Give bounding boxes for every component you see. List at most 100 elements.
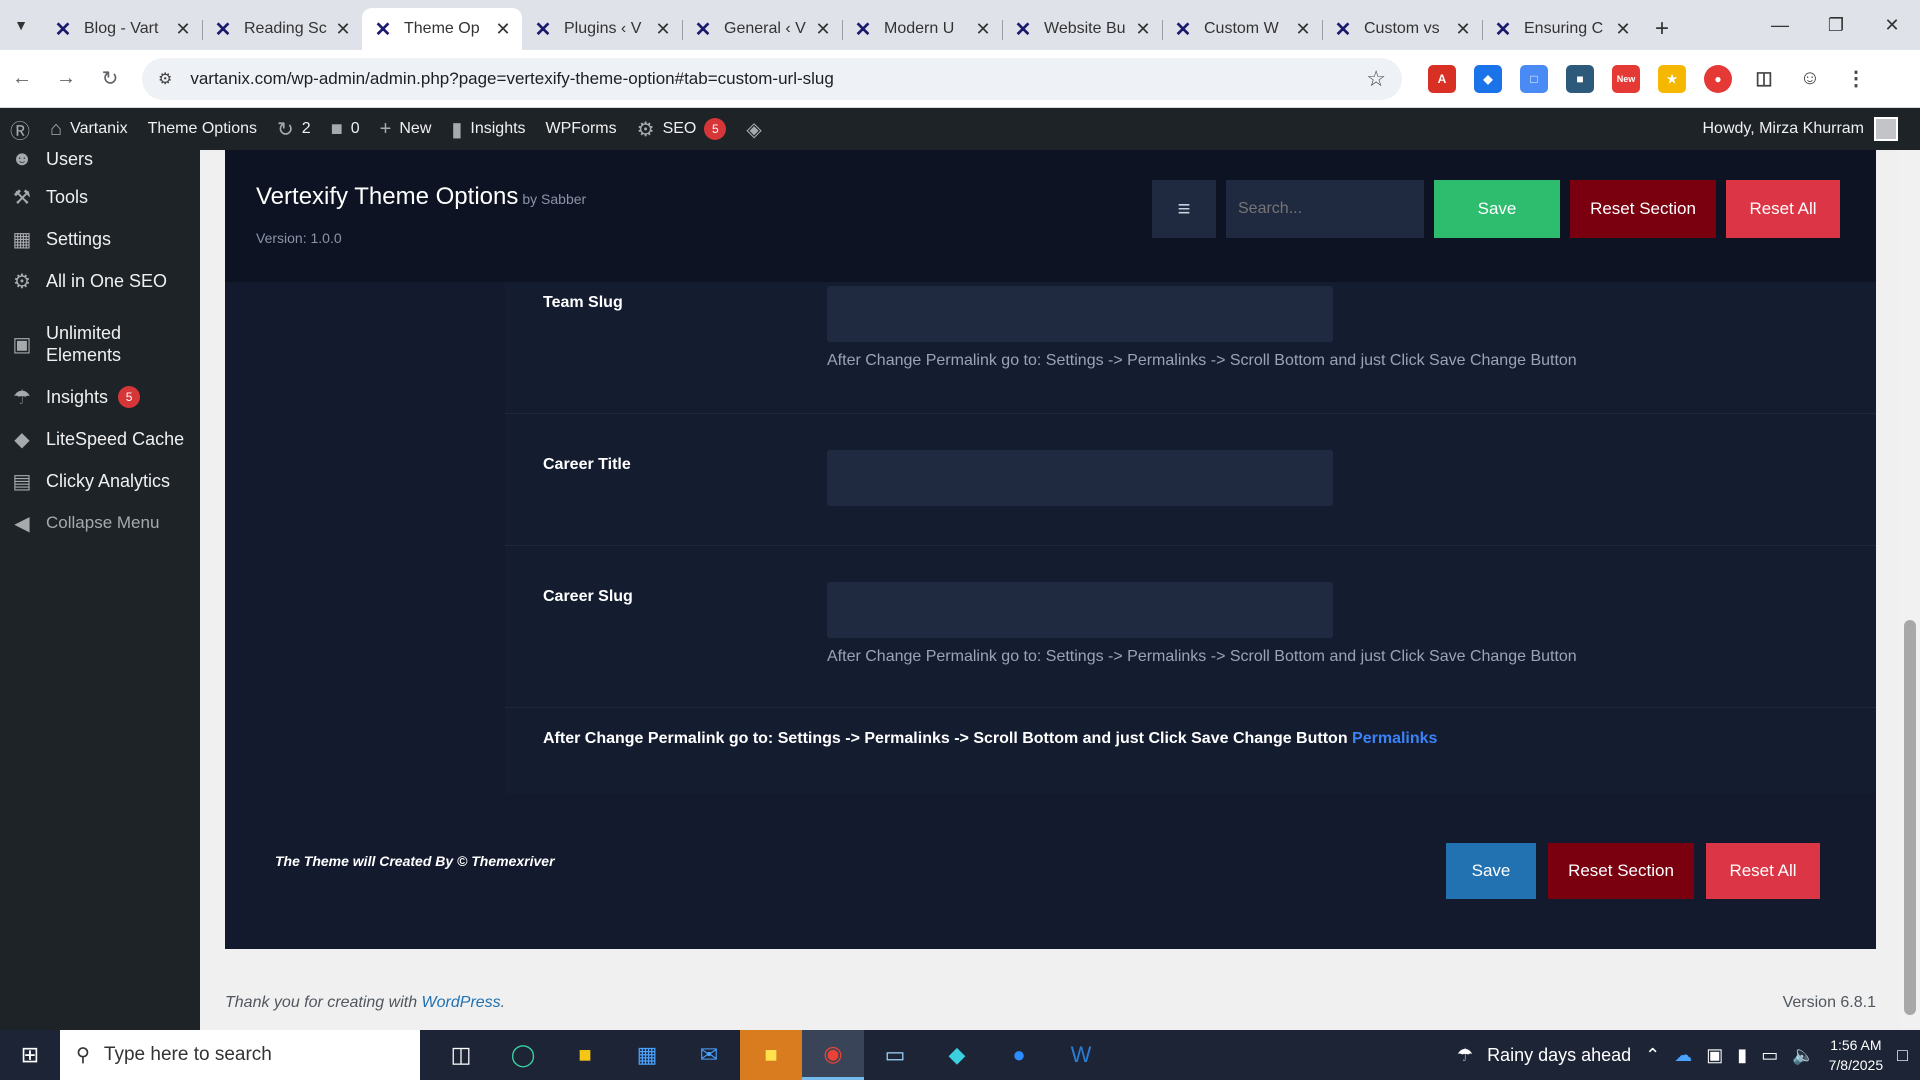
collapse-menu-button[interactable]: ◀ Collapse Menu bbox=[0, 502, 200, 544]
reset-all-button[interactable]: Reset All bbox=[1726, 180, 1840, 238]
reset-all-button-bottom[interactable]: Reset All bbox=[1706, 843, 1820, 899]
profile-icon[interactable]: ☺ bbox=[1796, 64, 1824, 93]
wordpress-link[interactable]: WordPress bbox=[422, 994, 501, 1011]
reset-section-button[interactable]: Reset Section bbox=[1570, 180, 1716, 238]
yellow-extension-icon[interactable]: ★ bbox=[1658, 64, 1686, 93]
sidebar-item-tools[interactable]: ⚒ Tools bbox=[0, 176, 200, 218]
windows-taskbar: ⊞ ⚲ Type here to search ◫ ◯ ■ ▦ ✉ ■ ◉ ▭ ◆… bbox=[0, 1030, 1920, 1080]
close-tab-icon[interactable]: ✕ bbox=[174, 19, 192, 40]
browser-tab[interactable]: ✕ Plugins ‹ V ✕ bbox=[522, 8, 682, 50]
browser-tab[interactable]: ✕ Ensuring C ✕ bbox=[1482, 8, 1642, 50]
sidebar-item-litespeed-cache[interactable]: ◆ LiteSpeed Cache bbox=[0, 418, 200, 460]
extensions-puzzle-icon[interactable]: ◫ bbox=[1750, 64, 1778, 93]
windows-start-icon[interactable]: ⊞ bbox=[0, 1042, 60, 1068]
zoom-icon[interactable]: ● bbox=[988, 1030, 1050, 1080]
diamond-menu[interactable]: ◈ bbox=[736, 108, 771, 150]
taskbar-clock[interactable]: 1:56 AM 7/8/2025 bbox=[1829, 1035, 1884, 1075]
reset-section-button-bottom[interactable]: Reset Section bbox=[1548, 843, 1694, 899]
seo-menu[interactable]: ⚙ SEO 5 bbox=[627, 108, 737, 150]
browser-tab[interactable]: ✕ Website Bu ✕ bbox=[1002, 8, 1162, 50]
close-window-icon[interactable]: ✕ bbox=[1864, 0, 1920, 50]
theme-options-link[interactable]: Theme Options bbox=[138, 108, 267, 150]
back-icon[interactable]: ← bbox=[0, 67, 44, 90]
shield-extension-icon[interactable]: ◆ bbox=[1474, 64, 1502, 93]
career-slug-input[interactable] bbox=[827, 582, 1333, 638]
permalinks-link[interactable]: Permalinks bbox=[1352, 730, 1437, 747]
tab-search-button[interactable]: ▼ bbox=[0, 0, 42, 50]
taskbar-search-box[interactable]: ⚲ Type here to search bbox=[60, 1030, 420, 1080]
career-title-input[interactable] bbox=[827, 450, 1333, 506]
meet-icon[interactable]: ▣ bbox=[1706, 1045, 1723, 1066]
page-scrollbar[interactable] bbox=[1900, 150, 1920, 1030]
new-extension-icon[interactable]: New bbox=[1612, 64, 1640, 93]
browser-tab[interactable]: ✕ Custom vs ✕ bbox=[1322, 8, 1482, 50]
address-bar[interactable]: ⚙ vartanix.com/wp-admin/admin.php?page=v… bbox=[142, 57, 1402, 100]
media-extension-icon[interactable]: ■ bbox=[1566, 64, 1594, 93]
close-tab-icon[interactable]: ✕ bbox=[334, 19, 352, 40]
sidebar-item-unlimited-elements[interactable]: ▣ Unlimited Elements bbox=[0, 312, 200, 376]
sidebar-item-settings[interactable]: ▦ Settings bbox=[0, 218, 200, 260]
updates-link[interactable]: ↻ 2 bbox=[267, 108, 321, 150]
chevron-up-icon[interactable]: ⌃ bbox=[1645, 1045, 1660, 1066]
bookmark-star-icon[interactable]: ☆ bbox=[1366, 66, 1386, 92]
new-content-menu[interactable]: + New bbox=[370, 108, 442, 150]
close-tab-icon[interactable]: ✕ bbox=[654, 19, 672, 40]
chrome-icon[interactable]: ◉ bbox=[802, 1030, 864, 1080]
battery-icon[interactable]: ▮ bbox=[1737, 1045, 1747, 1066]
notifications-icon[interactable]: □ bbox=[1897, 1045, 1908, 1066]
site-info-icon[interactable]: ⚙ bbox=[158, 69, 172, 89]
reload-icon[interactable]: ↻ bbox=[88, 66, 132, 91]
close-tab-icon[interactable]: ✕ bbox=[1134, 19, 1152, 40]
volume-icon[interactable]: 🔈 bbox=[1792, 1045, 1814, 1066]
wpforms-menu[interactable]: WPForms bbox=[536, 108, 627, 150]
sidebar-item-users[interactable]: ☻ Users bbox=[0, 146, 200, 172]
pdf-extension-icon[interactable]: A bbox=[1428, 64, 1456, 93]
notes-app-icon[interactable]: ▭ bbox=[864, 1030, 926, 1080]
close-tab-icon[interactable]: ✕ bbox=[814, 19, 832, 40]
close-tab-icon[interactable]: ✕ bbox=[1614, 19, 1632, 40]
close-tab-icon[interactable]: ✕ bbox=[974, 19, 992, 40]
insights-menu[interactable]: ▮ Insights bbox=[441, 108, 535, 150]
sticky-notes-icon[interactable]: ■ bbox=[740, 1030, 802, 1080]
store-icon[interactable]: ▦ bbox=[616, 1030, 678, 1080]
browser-tab-active[interactable]: ✕ Theme Op ✕ bbox=[362, 8, 522, 50]
save-button-bottom[interactable]: Save bbox=[1446, 843, 1536, 899]
wp-logo-menu[interactable]: Ⓡ bbox=[0, 108, 40, 150]
team-slug-input[interactable] bbox=[827, 286, 1333, 342]
account-menu[interactable]: Howdy, Mirza Khurram bbox=[1702, 117, 1920, 141]
sidebar-item-insights[interactable]: ☂ Insights 5 bbox=[0, 376, 200, 418]
task-view-icon[interactable]: ◫ bbox=[430, 1030, 492, 1080]
edge-icon[interactable]: ◯ bbox=[492, 1030, 554, 1080]
onedrive-icon[interactable]: ☁ bbox=[1674, 1045, 1692, 1066]
sidebar-item-all-in-one-seo[interactable]: ⚙ All in One SEO bbox=[0, 260, 200, 302]
weather-text[interactable]: Rainy days ahead bbox=[1487, 1045, 1631, 1066]
browser-menu-icon[interactable]: ⋮ bbox=[1842, 64, 1870, 93]
site-name-menu[interactable]: ⌂ Vartanix bbox=[40, 108, 138, 150]
word-icon[interactable]: W bbox=[1050, 1030, 1112, 1080]
browser-tab[interactable]: ✕ Modern U ✕ bbox=[842, 8, 1002, 50]
network-icon[interactable]: ▭ bbox=[1761, 1045, 1778, 1066]
forward-icon[interactable]: → bbox=[44, 67, 88, 90]
pokeball-extension-icon[interactable]: ● bbox=[1704, 64, 1732, 93]
browser-tab[interactable]: ✕ Blog - Vart ✕ bbox=[42, 8, 202, 50]
new-tab-button[interactable]: + bbox=[1642, 8, 1682, 50]
expand-menu-icon[interactable]: ≡ bbox=[1152, 180, 1216, 238]
comments-link[interactable]: ■ 0 bbox=[321, 108, 370, 150]
restore-icon[interactable]: ❐ bbox=[1808, 0, 1864, 50]
doc-extension-icon[interactable]: □ bbox=[1520, 64, 1548, 93]
minimize-icon[interactable]: — bbox=[1752, 0, 1808, 50]
mail-icon[interactable]: ✉ bbox=[678, 1030, 740, 1080]
close-tab-icon[interactable]: ✕ bbox=[494, 19, 512, 40]
close-tab-icon[interactable]: ✕ bbox=[1454, 19, 1472, 40]
browser-tab[interactable]: ✕ Reading Sc ✕ bbox=[202, 8, 362, 50]
close-tab-icon[interactable]: ✕ bbox=[1294, 19, 1312, 40]
diamond-app-icon[interactable]: ◆ bbox=[926, 1030, 988, 1080]
options-search-input[interactable] bbox=[1226, 180, 1424, 238]
file-explorer-icon[interactable]: ■ bbox=[554, 1030, 616, 1080]
browser-tab[interactable]: ✕ General ‹ V ✕ bbox=[682, 8, 842, 50]
browser-tab[interactable]: ✕ Custom W ✕ bbox=[1162, 8, 1322, 50]
save-button[interactable]: Save bbox=[1434, 180, 1560, 238]
sidebar-item-clicky-analytics[interactable]: ▤ Clicky Analytics bbox=[0, 460, 200, 502]
weather-umbrella-icon[interactable]: ☂ bbox=[1457, 1045, 1473, 1066]
scrollbar-thumb[interactable] bbox=[1904, 620, 1916, 1015]
